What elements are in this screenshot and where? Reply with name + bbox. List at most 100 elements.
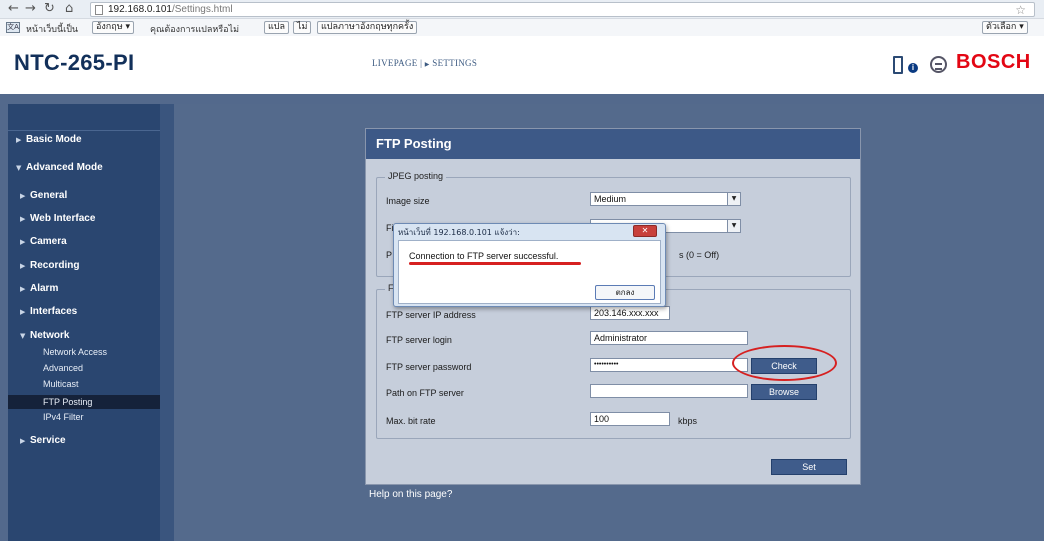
posting-interval-label: P xyxy=(386,250,393,260)
set-button[interactable]: Set xyxy=(771,459,847,475)
settings-link[interactable]: SETTINGS xyxy=(432,58,477,68)
image-size-select[interactable]: Medium ▼ xyxy=(590,192,741,206)
forward-arrow-icon[interactable]: → xyxy=(25,2,36,16)
chevron-right-icon: ▶ xyxy=(16,136,22,144)
sidebar-item-interfaces[interactable]: ▶ Interfaces xyxy=(8,306,160,317)
bitrate-unit-label: kbps xyxy=(678,416,698,426)
image-size-value: Medium xyxy=(594,194,627,204)
close-icon[interactable]: ✕ xyxy=(633,225,657,237)
translate-prefix: หน้าเว็บนี้เป็น xyxy=(26,25,79,35)
brand-logo: BOSCH xyxy=(956,51,1031,73)
chevron-right-icon: ▶ xyxy=(20,215,26,223)
breadcrumb: LIVEPAGE | ▶ SETTINGS xyxy=(372,58,477,68)
browser-chrome: ← → ↻ ⌂ 192.168.0.101/Settings.html ☆ 文A… xyxy=(0,0,1044,36)
info-icon[interactable]: i xyxy=(908,63,918,73)
sidebar-item-advanced-mode[interactable]: ▼ Advanced Mode xyxy=(8,162,160,173)
sidebar-item-service[interactable]: ▶ Service xyxy=(8,435,160,446)
max-bitrate-input[interactable]: 100 xyxy=(590,412,670,426)
always-translate-button[interactable]: แปลภาษาอังกฤษทุกครั้ง xyxy=(317,21,418,34)
jpeg-posting-legend: JPEG posting xyxy=(385,171,447,181)
translate-icon: 文A xyxy=(6,22,20,33)
chevron-right-icon: ▶ xyxy=(20,192,26,200)
url-text: 192.168.0.101/Settings.html xyxy=(108,4,233,15)
sidebar-item-label: Camera xyxy=(30,236,67,247)
interval-unit-label: s (0 = Off) xyxy=(679,250,720,260)
server-ip-input[interactable]: 203.146.xxx.xxx xyxy=(590,306,670,320)
device-status-icon xyxy=(893,56,903,74)
sidebar-item-basic-mode[interactable]: ▶ Basic Mode xyxy=(8,134,160,145)
chevron-down-icon: ▼ xyxy=(20,332,26,340)
translate-bar: 文A หน้าเว็บนี้เป็น อังกฤษ ▾ คุณต้องการแป… xyxy=(0,18,1044,36)
help-link[interactable]: Help on this page? xyxy=(369,489,452,500)
home-icon[interactable]: ⌂ xyxy=(65,2,73,16)
sidebar-item-multicast[interactable]: Multicast xyxy=(8,379,160,391)
sidebar-item-label: General xyxy=(30,190,68,201)
highlight-underline xyxy=(409,262,581,265)
language-select[interactable]: อังกฤษ ▾ xyxy=(92,21,135,34)
ftp-password-label: FTP server password xyxy=(386,362,472,372)
sidebar-item-label: Recording xyxy=(30,260,80,271)
translate-question: คุณต้องการแปลหรือไม่ xyxy=(150,25,240,35)
chevron-right-icon: ▶ xyxy=(20,238,26,246)
sidebar-item-ipv4-filter[interactable]: IPv4 Filter xyxy=(8,412,160,424)
address-bar[interactable]: 192.168.0.101/Settings.html ☆ xyxy=(90,2,1035,17)
sidebar-item-network[interactable]: ▼ Network xyxy=(8,330,160,341)
sidebar-item-label: Basic Mode xyxy=(26,134,82,145)
sidebar-item-label: Alarm xyxy=(30,283,59,294)
sidebar-gutter xyxy=(160,104,174,541)
bookmark-star-icon[interactable]: ☆ xyxy=(1015,3,1026,17)
translate-button[interactable]: แปล xyxy=(264,21,290,34)
dialog-body: Connection to FTP server successful. ตกล… xyxy=(398,240,661,304)
ftp-path-label: Path on FTP server xyxy=(386,388,464,398)
sidebar-item-label: Service xyxy=(30,435,66,446)
page-icon xyxy=(95,5,103,15)
reload-icon[interactable]: ↻ xyxy=(44,2,55,16)
sidebar-item-network-access[interactable]: Network Access xyxy=(8,347,160,359)
address-row: ← → ↻ ⌂ 192.168.0.101/Settings.html ☆ xyxy=(0,0,1044,18)
sidebar-item-ftp-posting[interactable]: FTP Posting xyxy=(8,395,160,409)
sidebar-item-advanced[interactable]: Advanced xyxy=(8,363,160,375)
chevron-right-icon: ▶ xyxy=(20,437,26,445)
sidebar-item-alarm[interactable]: ▶ Alarm xyxy=(8,283,160,294)
highlight-circle xyxy=(732,345,837,381)
ftp-login-label: FTP server login xyxy=(386,335,452,345)
ftp-password-input[interactable]: •••••••••• xyxy=(590,358,748,372)
alert-dialog: หน้าเว็บที่ 192.168.0.101 แจ้งว่า: ✕ Con… xyxy=(393,223,666,307)
server-ip-label: FTP server IP address xyxy=(386,310,476,320)
chevron-right-icon: ▶ xyxy=(20,262,26,270)
chevron-right-icon: ▶ xyxy=(20,285,26,293)
translate-options-button[interactable]: ตัวเลือก ▾ xyxy=(982,21,1028,34)
chevron-down-icon: ▼ xyxy=(16,164,22,172)
sidebar-divider xyxy=(8,130,160,131)
livepage-link[interactable]: LIVEPAGE xyxy=(372,58,418,68)
max-bitrate-label: Max. bit rate xyxy=(386,416,436,426)
ok-button[interactable]: ตกลง xyxy=(595,285,655,300)
url-path: /Settings.html xyxy=(171,4,233,15)
dialog-title: หน้าเว็บที่ 192.168.0.101 แจ้งว่า: xyxy=(398,228,520,237)
chevron-right-icon: ▶ xyxy=(20,308,26,316)
sidebar-item-recording[interactable]: ▶ Recording xyxy=(8,260,160,271)
sidebar-item-general[interactable]: ▶ General xyxy=(8,190,160,201)
sidebar-item-label: Advanced Mode xyxy=(26,162,103,173)
browse-button[interactable]: Browse xyxy=(751,384,817,400)
no-translate-button[interactable]: ไม่ xyxy=(293,21,312,34)
chevron-down-icon: ▼ xyxy=(727,193,740,205)
panel-title: FTP Posting xyxy=(366,129,860,159)
image-size-label: Image size xyxy=(386,196,430,206)
sidebar-item-label: Network xyxy=(30,330,70,341)
chevron-down-icon: ▼ xyxy=(727,220,740,232)
url-host: 192.168.0.101 xyxy=(108,4,172,15)
product-title: NTC-265-PI xyxy=(14,50,135,75)
crumb-separator: | xyxy=(417,58,425,68)
back-arrow-icon[interactable]: ← xyxy=(8,2,19,16)
sidebar-item-web-interface[interactable]: ▶ Web Interface xyxy=(8,213,160,224)
sidebar-item-camera[interactable]: ▶ Camera xyxy=(8,236,160,247)
sidebar-item-label: Web Interface xyxy=(30,213,96,224)
sidebar-item-label: Interfaces xyxy=(30,306,78,317)
crumb-arrow-icon: ▶ xyxy=(424,62,430,68)
ftp-login-input[interactable]: Administrator xyxy=(590,331,748,345)
page-header: NTC-265-PI LIVEPAGE | ▶ SETTINGS i BOSCH xyxy=(0,36,1044,94)
bosch-logo-icon xyxy=(930,56,947,73)
ftp-path-input[interactable] xyxy=(590,384,748,398)
dialog-message: Connection to FTP server successful. xyxy=(409,251,559,261)
